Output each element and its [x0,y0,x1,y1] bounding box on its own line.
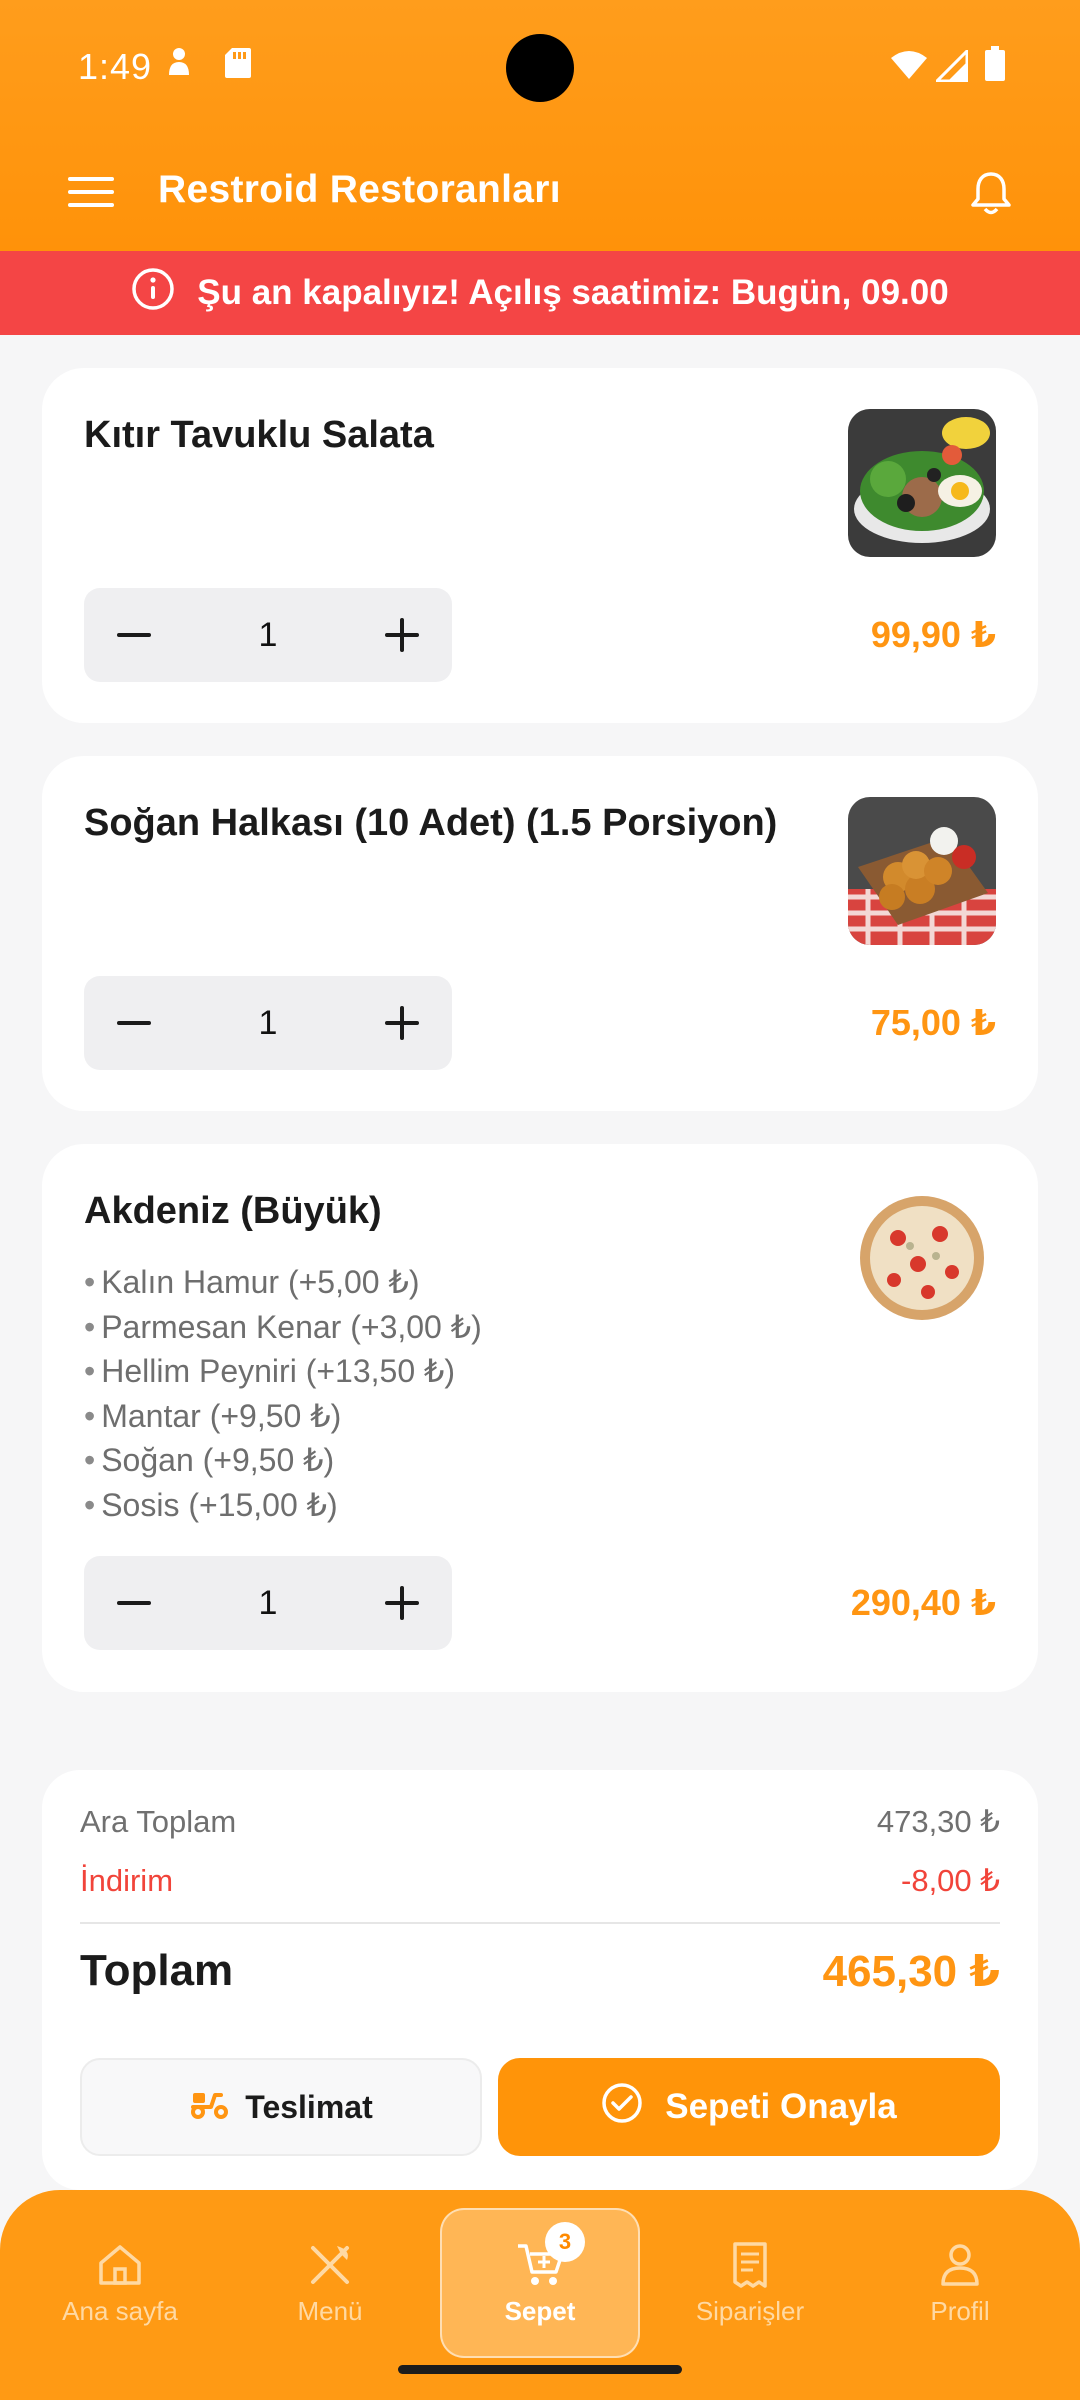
confirm-cart-label: Sepeti Onayla [665,2087,897,2126]
nav-item-home[interactable]: Ana sayfa [20,2208,220,2358]
receipt-icon [725,2240,775,2290]
app-root: 1:49 Restroid Restoranları Şu an kapalıy… [0,0,1080,2400]
cart-item-card: Soğan Halkası (10 Adet) (1.5 Porsiyon) 1 [42,756,1038,1111]
quantity-stepper: 1 [84,1556,452,1650]
increase-quantity-button[interactable] [352,976,452,1070]
sd-card-icon [224,47,252,79]
quantity-stepper: 1 [84,588,452,682]
signal-icon [936,50,968,82]
item-price: 99,90 ₺ [870,614,996,655]
user-icon [935,2240,985,2290]
quantity-value: 1 [258,615,278,654]
subtotal-label: Ara Toplam [80,1804,237,1839]
hamburger-menu-icon[interactable] [68,175,114,209]
minus-icon [117,1601,151,1605]
subtotal-value: 473,30 ₺ [876,1804,1000,1839]
decrease-quantity-button[interactable] [84,976,184,1070]
option-item: • Mantar (+9,50 ₺) [84,1397,342,1434]
increase-quantity-button[interactable] [352,588,452,682]
battery-icon [984,46,1006,82]
minus-icon [117,633,151,637]
item-name: Soğan Halkası (10 Adet) (1.5 Porsiyon) [84,802,778,844]
status-bar: 1:49 [0,0,1080,130]
home-icon [95,2240,145,2290]
quantity-value: 1 [258,1583,278,1622]
info-icon [131,267,175,320]
subtotal-row: Ara Toplam 473,30 ₺ [80,1804,1000,1840]
item-options-list: • Kalın Hamur (+5,00 ₺) • Parmesan Kenar (… [84,1260,482,1527]
nav-item-orders[interactable]: Siparişler [650,2208,850,2358]
plus-icon [385,1586,419,1620]
cart-item-card: Akdeniz (Büyük) • Kalın Hamur (+5,00 ₺) •… [42,1144,1038,1692]
nav-label: Siparişler [695,2295,805,2326]
nav-item-menu[interactable]: Menü [230,2208,430,2358]
status-time: 1:49 [78,46,153,87]
fork-knife-icon [305,2240,355,2290]
quantity-stepper: 1 [84,976,452,1070]
app-bar: Restroid Restoranları [0,130,1080,251]
onion-rings-image [848,797,996,945]
discount-row: İndirim -8,00 ₺ [80,1863,1000,1899]
quantity-value: 1 [258,1003,278,1042]
plus-icon [385,1006,419,1040]
scooter-icon [189,2087,229,2127]
home-indicator[interactable] [398,2365,682,2374]
cart-count-badge: 3 [545,2221,585,2262]
increase-quantity-button[interactable] [352,1556,452,1650]
check-circle-icon [601,2082,643,2133]
option-item: • Hellim Peyniri (+13,50 ₺) [84,1353,456,1389]
discount-value: -8,00 ₺ [901,1863,1000,1898]
closed-banner-text: Şu an kapalıyız! Açılış saatimiz: Bugün,… [197,273,949,312]
total-label: Toplam [80,1946,234,1995]
delivery-button-label: Teslimat [245,2088,373,2125]
total-value: 465,30 ₺ [822,1947,1000,1996]
order-summary: Ara Toplam 473,30 ₺ İndirim -8,00 ₺ Topl… [42,1770,1038,2190]
camera-cutout [506,34,574,102]
delivery-button[interactable]: Teslimat [80,2058,482,2156]
option-item: • Kalın Hamur (+5,00 ₺) [84,1264,420,1300]
closed-banner: Şu an kapalıyız! Açılış saatimiz: Bugün,… [0,251,1080,335]
option-item: • Sosis (+15,00 ₺) [84,1486,338,1523]
nav-label: Ana sayfa [62,2295,178,2326]
decrease-quantity-button[interactable] [84,588,184,682]
total-row: Toplam 465,30 ₺ [80,1946,1000,1997]
person-icon [168,47,190,77]
confirm-cart-button[interactable]: Sepeti Onayla [498,2058,1000,2156]
item-name: Akdeniz (Büyük) [84,1190,382,1232]
option-item: • Soğan (+9,50 ₺) [84,1442,335,1478]
summary-divider [80,1922,1000,1924]
nav-label: Profil [930,2295,990,2326]
app-title: Restroid Restoranları [158,168,561,211]
top-header: 1:49 Restroid Restoranları [0,0,1080,251]
option-item: • Parmesan Kenar (+3,00 ₺) [84,1308,482,1345]
nav-item-profile[interactable]: Profil [860,2208,1060,2358]
minus-icon [117,1021,151,1025]
nav-label: Sepet [504,2295,576,2326]
nav-label: Menü [297,2295,363,2326]
pizza-image [848,1194,996,1342]
wifi-icon [890,50,928,80]
item-price: 75,00 ₺ [870,1002,996,1043]
salad-image [848,409,996,557]
cart-icon: 3 [515,2221,585,2290]
decrease-quantity-button[interactable] [84,1556,184,1650]
item-price: 290,40 ₺ [850,1582,996,1623]
item-name: Kıtır Tavuklu Salata [84,414,434,456]
nav-item-cart[interactable]: 3 Sepet [440,2208,640,2358]
notification-bell-icon[interactable] [970,170,1012,216]
cart-item-card: Kıtır Tavuklu Salata 1 99,90 ₺ [42,368,1038,723]
plus-icon [385,618,419,652]
discount-label: İndirim [80,1863,174,1898]
